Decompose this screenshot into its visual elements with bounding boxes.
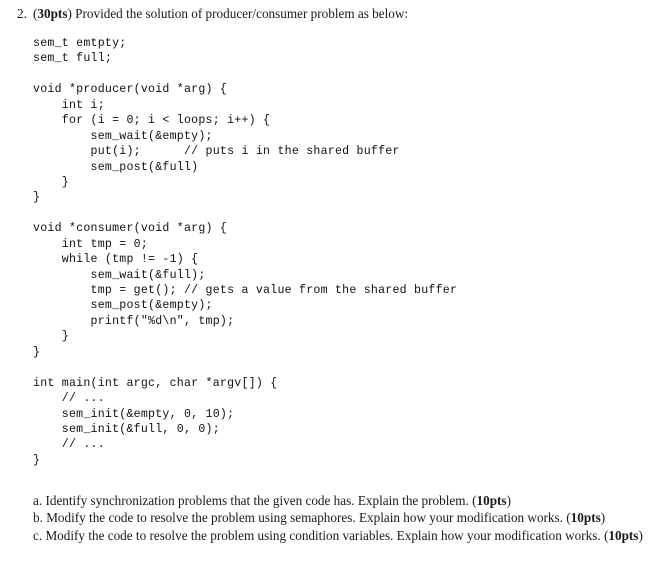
code-line: } xyxy=(33,345,41,359)
code-line: sem_post(&full) xyxy=(33,160,199,174)
code-line: void *producer(void *arg) { xyxy=(33,83,228,97)
subquestion-points-badge: 10pts xyxy=(476,493,507,508)
subquestion-a: a. Identify synchronization problems tha… xyxy=(33,492,643,509)
code-line: sem_init(&empty, 0, 10); xyxy=(33,407,235,421)
subquestion-points-close-paren: ) xyxy=(638,527,643,543)
code-line: } xyxy=(33,453,41,467)
code-line: sem_init(&full, 0, 0); xyxy=(33,422,220,436)
problem-points-badge: 30pts xyxy=(37,6,68,21)
subquestion-points-badge: 10pts xyxy=(608,527,639,543)
code-line: sem_t full; xyxy=(33,52,113,66)
problem-statement: 2. (30pts) Provided the solution of prod… xyxy=(17,6,657,22)
code-line: } xyxy=(33,175,69,189)
code-line: tmp = get(); // gets a value from the sh… xyxy=(33,284,458,297)
document-page: 2. (30pts) Provided the solution of prod… xyxy=(0,0,667,584)
subquestion-text: Modify the code to resolve the problem u… xyxy=(42,527,604,543)
code-line: sem_t emtpty; xyxy=(33,37,127,50)
code-line: int i; xyxy=(33,98,105,112)
code-line: sem_wait(&empty); xyxy=(33,129,213,143)
subquestion-label: a. xyxy=(33,493,43,508)
subquestion-points-close-paren: ) xyxy=(600,510,606,526)
code-line: } xyxy=(33,191,41,205)
subquestion-label: c. xyxy=(33,527,43,543)
code-line: while (tmp != -1) { xyxy=(33,253,199,267)
code-line: int tmp = 0; xyxy=(33,237,149,251)
subquestion-text: Modify the code to resolve the problem u… xyxy=(42,510,567,526)
code-line: int main(int argc, char *argv[]) { xyxy=(33,376,278,390)
code-line: // ... xyxy=(33,392,105,406)
subquestion-b: b. Modify the code to resolve the proble… xyxy=(33,509,643,526)
subquestion-points-close-paren: ) xyxy=(506,493,511,508)
code-line: void *consumer(void *arg) { xyxy=(33,222,228,236)
subquestion-c: c. Modify the code to resolve the proble… xyxy=(33,527,643,544)
code-line: sem_post(&empty); xyxy=(33,299,213,313)
problem-text: (30pts) Provided the solution of produce… xyxy=(33,6,657,22)
code-listing: sem_t emtpty; sem_t full; void *producer(… xyxy=(33,36,633,468)
code-line: put(i); // puts i in the shared buffer xyxy=(33,145,400,159)
code-line: // ... xyxy=(33,438,105,452)
subquestion-text: Identify synchronization problems that t… xyxy=(42,493,473,508)
problem-number: 2. xyxy=(17,6,27,21)
problem-description: Provided the solution of producer/consum… xyxy=(71,6,409,21)
code-line: printf("%d\n", tmp); xyxy=(33,314,235,328)
subquestion-points-badge: 10pts xyxy=(570,510,601,526)
subquestion-list: a. Identify synchronization problems tha… xyxy=(33,492,643,544)
code-line: for (i = 0; i < loops; i++) { xyxy=(33,114,271,128)
code-line: sem_wait(&full); xyxy=(33,268,206,282)
subquestion-label: b. xyxy=(33,510,43,526)
code-line: } xyxy=(33,330,69,344)
